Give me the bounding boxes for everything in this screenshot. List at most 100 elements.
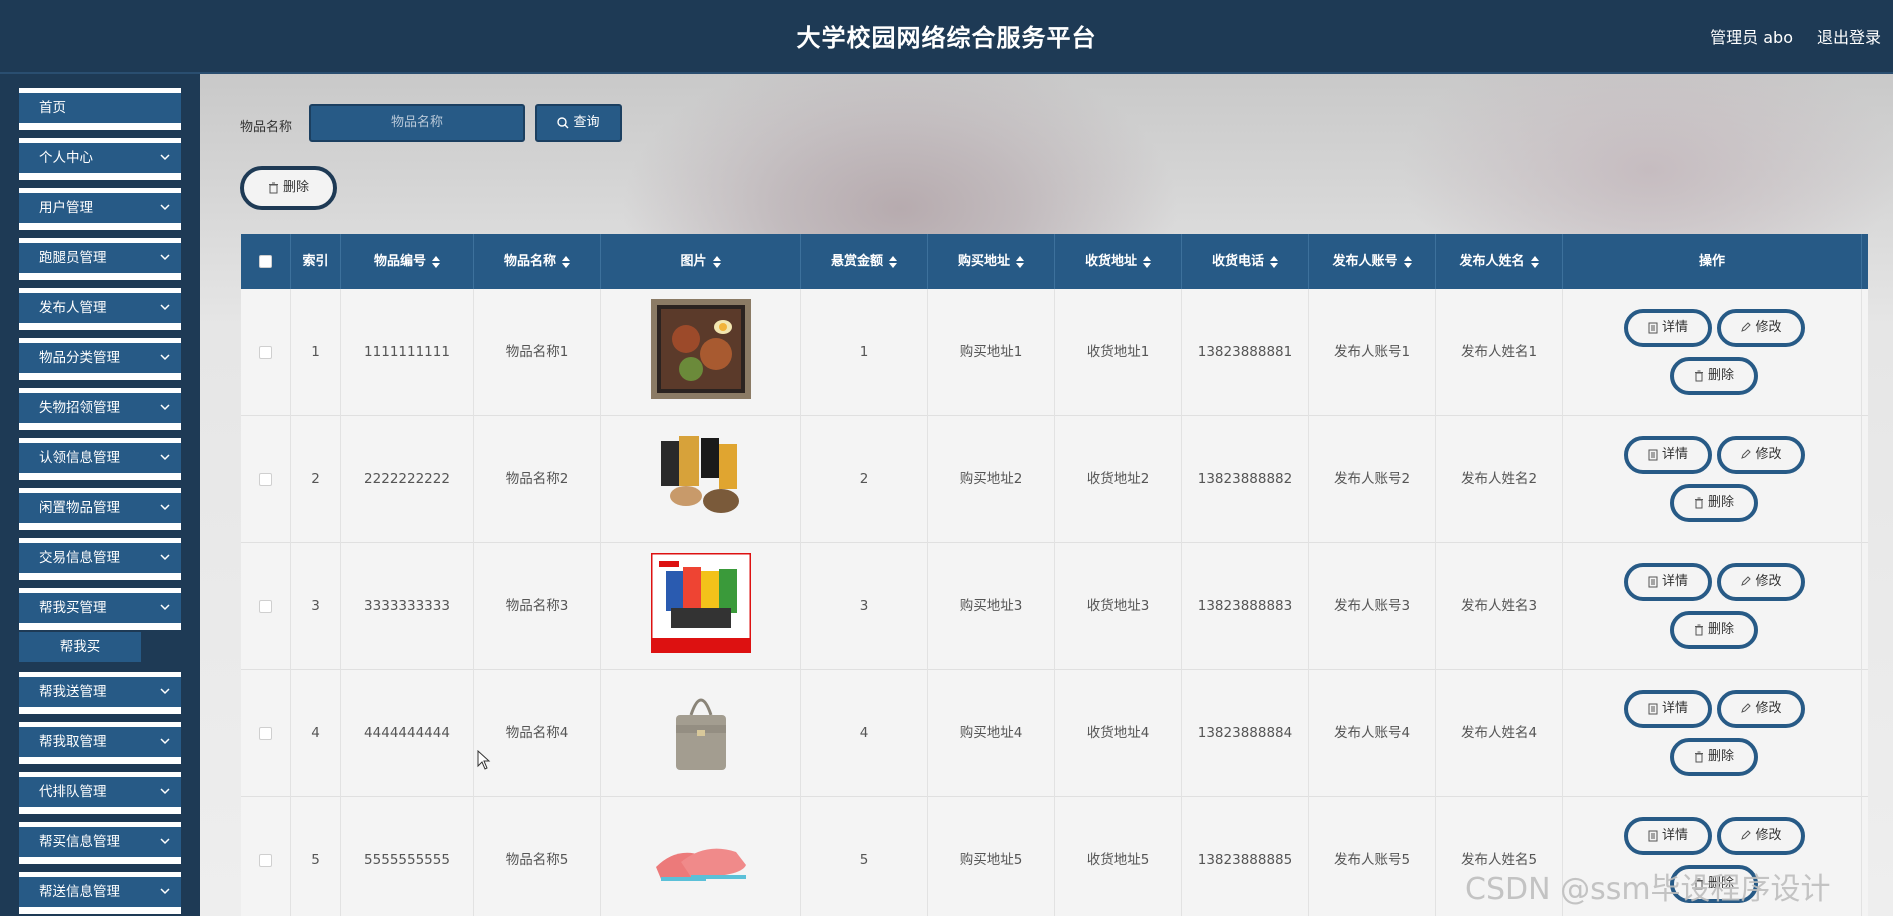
edit-button[interactable]: 修改 bbox=[1717, 563, 1805, 601]
search-button[interactable]: 查询 bbox=[535, 104, 622, 142]
image-cell bbox=[601, 670, 801, 797]
edit-button[interactable]: 修改 bbox=[1717, 690, 1805, 728]
image-cell bbox=[601, 797, 801, 916]
edit-button-label: 修改 bbox=[1755, 574, 1782, 589]
cell-index: 4 bbox=[291, 670, 341, 797]
detail-button[interactable]: 详情 bbox=[1624, 436, 1712, 474]
select-all-header bbox=[241, 234, 291, 289]
document-icon bbox=[1648, 830, 1658, 841]
cell-reward: 3 bbox=[801, 543, 928, 670]
document-icon bbox=[1648, 703, 1658, 714]
sidebar-item-7[interactable]: 认领信息管理 bbox=[19, 438, 181, 480]
column-header-label: 索引 bbox=[302, 254, 329, 269]
sidebar-item-label: 闲置物品管理 bbox=[19, 493, 181, 523]
trash-icon bbox=[268, 182, 278, 193]
column-header-6[interactable]: 收货地址 bbox=[1055, 234, 1182, 289]
cell-index: 3 bbox=[291, 543, 341, 670]
cell-name: 物品名称4 bbox=[474, 670, 601, 797]
sidebar-item-label: 物品分类管理 bbox=[19, 343, 181, 373]
cell-publisher: 发布人姓名2 bbox=[1436, 416, 1563, 543]
chevron-down-icon bbox=[160, 454, 170, 461]
search-button-label: 查询 bbox=[573, 115, 600, 130]
row-delete-button[interactable]: 删除 bbox=[1670, 357, 1758, 395]
sidebar-item-13[interactable]: 代排队管理 bbox=[19, 772, 181, 814]
cell-reward: 1 bbox=[801, 289, 928, 416]
cell-name: 物品名称2 bbox=[474, 416, 601, 543]
current-user: 管理员 abo bbox=[1710, 28, 1793, 47]
column-header-1[interactable]: 物品编号 bbox=[341, 234, 474, 289]
table-row: 3 3333333333 物品名称3 3 购买地址3 收货地址3 13823888883 发布… bbox=[241, 543, 1868, 670]
cell-account: 发布人账号1 bbox=[1309, 289, 1436, 416]
sort-icon bbox=[1530, 255, 1539, 268]
sidebar-item-2[interactable]: 用户管理 bbox=[19, 188, 181, 230]
row-checkbox[interactable] bbox=[259, 473, 272, 486]
column-header-4[interactable]: 悬赏金额 bbox=[801, 234, 928, 289]
chevron-down-icon bbox=[160, 788, 170, 795]
row-delete-button[interactable]: 删除 bbox=[1670, 738, 1758, 776]
row-checkbox[interactable] bbox=[259, 854, 272, 867]
sort-icon bbox=[712, 255, 721, 268]
cell-account: 发布人账号4 bbox=[1309, 670, 1436, 797]
sidebar-item-12[interactable]: 帮我取管理 bbox=[19, 722, 181, 764]
column-header-9[interactable]: 发布人姓名 bbox=[1436, 234, 1563, 289]
chevron-down-icon bbox=[160, 504, 170, 511]
sidebar-item-0[interactable]: 首页 bbox=[19, 88, 181, 130]
row-select-cell bbox=[241, 797, 291, 916]
sidebar-item-5[interactable]: 物品分类管理 bbox=[19, 338, 181, 380]
detail-button-label: 详情 bbox=[1661, 828, 1688, 843]
search-input[interactable]: 物品名称 bbox=[309, 104, 525, 142]
sidebar-item-11[interactable]: 帮我送管理 bbox=[19, 672, 181, 714]
column-header-label: 收货电话 bbox=[1211, 254, 1264, 269]
sidebar-item-label: 帮我取管理 bbox=[19, 727, 181, 757]
logout-link[interactable]: 退出登录 bbox=[1817, 24, 1881, 48]
sort-icon bbox=[432, 255, 440, 268]
chevron-down-icon bbox=[160, 604, 170, 611]
sidebar-subitem-help-buy[interactable]: 帮我买 bbox=[19, 632, 141, 662]
edit-button-label: 修改 bbox=[1755, 320, 1782, 335]
sidebar-item-3[interactable]: 跑腿员管理 bbox=[19, 238, 181, 280]
column-header-5[interactable]: 购买地址 bbox=[928, 234, 1055, 289]
detail-button[interactable]: 详情 bbox=[1624, 690, 1712, 728]
chevron-down-icon bbox=[160, 254, 170, 261]
edit-button-label: 修改 bbox=[1755, 447, 1782, 462]
column-header-3[interactable]: 图片 bbox=[601, 234, 801, 289]
detail-button-label: 详情 bbox=[1661, 701, 1688, 716]
column-header-8[interactable]: 发布人账号 bbox=[1309, 234, 1436, 289]
row-checkbox[interactable] bbox=[259, 600, 272, 613]
bulk-delete-button[interactable]: 删除 bbox=[240, 166, 337, 210]
column-header-2[interactable]: 物品名称 bbox=[474, 234, 601, 289]
column-header-10: 操作 bbox=[1563, 234, 1862, 289]
chevron-down-icon bbox=[160, 888, 170, 895]
column-header-7[interactable]: 收货电话 bbox=[1182, 234, 1309, 289]
sidebar-item-14[interactable]: 帮买信息管理 bbox=[19, 822, 181, 864]
cell-phone: 13823888885 bbox=[1182, 797, 1309, 916]
edit-button[interactable]: 修改 bbox=[1717, 817, 1805, 855]
row-checkbox[interactable] bbox=[259, 346, 272, 359]
cell-reward: 5 bbox=[801, 797, 928, 916]
app-title: 大学校园网络综合服务平台 bbox=[796, 24, 1097, 52]
sidebar-item-label: 帮我买管理 bbox=[19, 593, 181, 623]
column-header-label: 购买地址 bbox=[957, 254, 1010, 269]
edit-button[interactable]: 修改 bbox=[1717, 309, 1805, 347]
detail-button[interactable]: 详情 bbox=[1624, 817, 1712, 855]
edit-button[interactable]: 修改 bbox=[1717, 436, 1805, 474]
row-checkbox[interactable] bbox=[259, 727, 272, 740]
row-delete-button[interactable]: 删除 bbox=[1670, 611, 1758, 649]
trash-icon bbox=[1694, 370, 1703, 381]
sidebar-item-1[interactable]: 个人中心 bbox=[19, 138, 181, 180]
sidebar-item-15[interactable]: 帮送信息管理 bbox=[19, 872, 181, 914]
column-header-label: 物品编号 bbox=[373, 254, 426, 269]
select-all-checkbox[interactable] bbox=[259, 255, 272, 268]
sidebar-item-label: 认领信息管理 bbox=[19, 443, 181, 473]
sidebar-item-8[interactable]: 闲置物品管理 bbox=[19, 488, 181, 530]
detail-button[interactable]: 详情 bbox=[1624, 309, 1712, 347]
sidebar-item-4[interactable]: 发布人管理 bbox=[19, 288, 181, 330]
row-delete-button[interactable]: 删除 bbox=[1670, 484, 1758, 522]
sidebar-item-9[interactable]: 交易信息管理 bbox=[19, 538, 181, 580]
column-header-label: 图片 bbox=[680, 254, 707, 269]
row-select-cell bbox=[241, 670, 291, 797]
document-icon bbox=[1648, 449, 1658, 460]
detail-button[interactable]: 详情 bbox=[1624, 563, 1712, 601]
sidebar-item-6[interactable]: 失物招领管理 bbox=[19, 388, 181, 430]
sidebar-item-10[interactable]: 帮我买管理 bbox=[19, 588, 181, 630]
